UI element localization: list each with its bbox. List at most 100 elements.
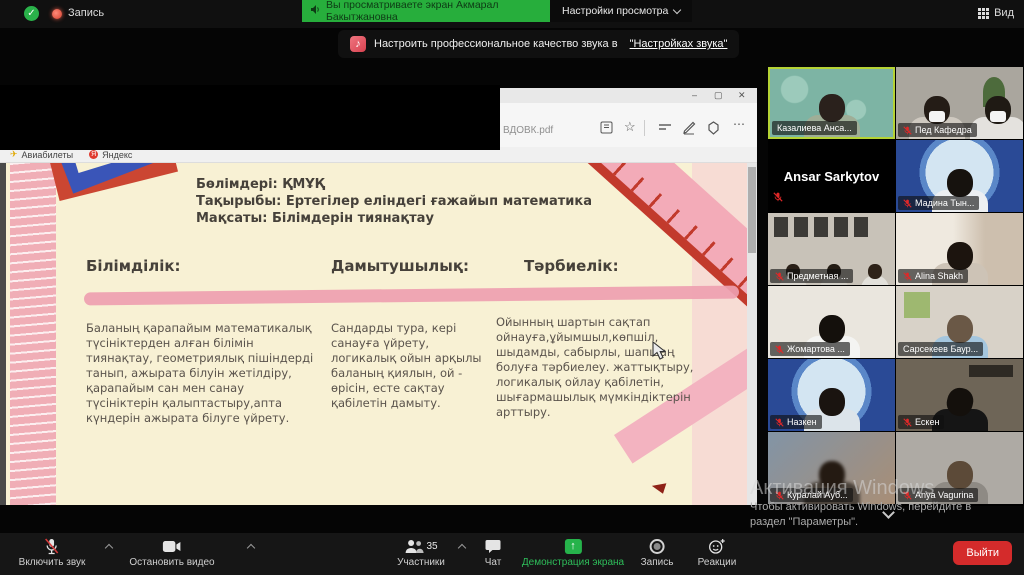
participant-tile[interactable]: Пед Кафедра bbox=[896, 67, 1023, 139]
muted-mic-icon bbox=[773, 189, 783, 207]
watermark-line: раздел "Параметры". bbox=[750, 515, 971, 530]
participant-nametag: Пед Кафедра bbox=[898, 123, 977, 137]
stop-video-button[interactable]: Остановить видео bbox=[129, 537, 214, 568]
participants-count: 35 bbox=[426, 541, 437, 552]
collections-icon[interactable] bbox=[707, 121, 720, 135]
pdf-scrollbar[interactable] bbox=[747, 163, 757, 505]
slide-header-line: Тақырыбы: Ертегілер еліндегі ғажайып мат… bbox=[196, 193, 592, 210]
wall-picture-decoration bbox=[904, 292, 930, 318]
presentation-slide: Бөлімдері: ҚМҰҚ Тақырыбы: Ертегілер елін… bbox=[6, 163, 747, 505]
participant-nametag: Сарсекеев Баур... bbox=[898, 342, 983, 356]
participant-tile[interactable]: Alina Shakh bbox=[896, 213, 1023, 285]
participants-button[interactable]: 35 Участники bbox=[397, 537, 445, 568]
gallery-scroll-down-icon[interactable] bbox=[882, 506, 895, 519]
record-button[interactable]: Запись bbox=[641, 537, 674, 568]
shared-screen-browser: – ▢ ✕ ВДОВК.pdf ☆ ⋯ ✈ Авиаби bbox=[0, 88, 757, 505]
muted-mic-icon bbox=[903, 199, 912, 208]
chevron-down-icon bbox=[673, 5, 681, 13]
participant-tile[interactable]: Anya Vagurina bbox=[896, 432, 1023, 504]
bookmark-aviabilety[interactable]: ✈ Авиабилеты bbox=[10, 149, 73, 160]
audio-quality-toast: ♪ Настроить профессиональное качество зв… bbox=[338, 30, 739, 58]
muted-mic-icon bbox=[903, 126, 912, 135]
column-body-damytushylyk: Сандарды тура, кері санауға үйрету, логи… bbox=[331, 321, 489, 411]
reading-mode-icon[interactable] bbox=[600, 121, 613, 134]
viewing-screen-banner: Вы просматриваете экран Акмарал Бакытжан… bbox=[302, 0, 550, 22]
pink-highlight-stroke bbox=[84, 286, 739, 306]
zoom-meeting-window: ✓ Запись Вы просматриваете экран Акмарал… bbox=[0, 0, 1024, 575]
mic-muted-icon bbox=[44, 537, 60, 555]
reactions-button[interactable]: Реакции bbox=[698, 537, 737, 568]
participant-nametag: Куралай Ауб... bbox=[770, 488, 853, 502]
column-title-bilimdilik: Білімділік: bbox=[86, 257, 181, 275]
favorites-star-icon[interactable]: ☆ bbox=[624, 119, 636, 135]
camera-icon bbox=[163, 537, 182, 555]
mouse-cursor bbox=[652, 341, 666, 366]
view-button[interactable]: Вид bbox=[978, 7, 1014, 19]
minimize-icon[interactable]: – bbox=[692, 90, 697, 100]
toolbar-divider bbox=[644, 120, 645, 136]
sound-settings-link[interactable]: "Настройках звука" bbox=[630, 38, 728, 50]
participant-tile[interactable]: Казалиева Анса... bbox=[768, 67, 895, 139]
column-body-bilimdilik: Баланың қарапайым математикалық түсінікт… bbox=[86, 321, 318, 426]
more-menu-icon[interactable]: ⋯ bbox=[733, 117, 745, 131]
chat-button[interactable]: Чат bbox=[485, 537, 502, 568]
slide-left-decoration bbox=[10, 163, 56, 505]
recording-label: Запись bbox=[68, 7, 104, 19]
muted-mic-icon bbox=[775, 345, 784, 354]
participants-gallery: Казалиева Анса... Пед Кафедра Ansar Sark… bbox=[768, 67, 1024, 506]
pencil-tip-decoration bbox=[651, 479, 667, 493]
participant-nametag: Жомартова ... bbox=[770, 342, 850, 356]
security-shield-icon[interactable]: ✓ bbox=[24, 6, 39, 21]
muted-mic-icon bbox=[903, 491, 912, 500]
column-title-tarbielik: Тәрбиелік: bbox=[524, 257, 619, 275]
music-note-icon: ♪ bbox=[350, 36, 366, 52]
bookmark-yandex[interactable]: Я Яндекс bbox=[89, 150, 132, 160]
muted-mic-icon bbox=[903, 418, 912, 427]
slide-header-line: Мақсаты: Білімдерін тиянақтау bbox=[196, 210, 592, 227]
edit-pen-icon[interactable] bbox=[682, 121, 696, 135]
participant-nametag: Предметная ... bbox=[770, 269, 853, 283]
toast-text: Настроить профессиональное качество звук… bbox=[374, 38, 618, 50]
participant-tile[interactable]: Жомартова ... bbox=[768, 286, 895, 358]
muted-mic-icon bbox=[775, 418, 784, 427]
participant-name-novideo: Ansar Sarkytov bbox=[768, 140, 895, 212]
participants-options-chevron[interactable] bbox=[458, 544, 466, 552]
participant-tile[interactable]: Ескен bbox=[896, 359, 1023, 431]
restore-icon[interactable]: ▢ bbox=[714, 90, 723, 101]
participant-tile[interactable]: Предметная ... bbox=[768, 213, 895, 285]
participant-tile[interactable]: Назкен bbox=[768, 359, 895, 431]
close-icon[interactable]: ✕ bbox=[738, 90, 746, 101]
participant-tile[interactable]: Сарсекеев Баур... bbox=[896, 286, 1023, 358]
yandex-icon: Я bbox=[89, 150, 98, 159]
reactions-icon bbox=[708, 537, 726, 555]
leave-meeting-button[interactable]: Выйти bbox=[953, 541, 1012, 565]
participant-tile[interactable]: Куралай Ауб... bbox=[768, 432, 895, 504]
slide-header: Бөлімдері: ҚМҰҚ Тақырыбы: Ертегілер елін… bbox=[196, 176, 592, 227]
censored-region bbox=[0, 85, 500, 150]
video-options-chevron[interactable] bbox=[247, 544, 255, 552]
participant-nametag: Anya Vagurina bbox=[898, 488, 978, 502]
view-settings-label: Настройки просмотра bbox=[562, 5, 668, 17]
unmute-button[interactable]: Включить звук bbox=[19, 537, 86, 568]
scrollbar-thumb[interactable] bbox=[748, 167, 756, 253]
chat-icon bbox=[485, 537, 502, 555]
view-settings-dropdown[interactable]: Настройки просмотра bbox=[550, 0, 692, 22]
view-label: Вид bbox=[994, 7, 1014, 19]
muted-mic-icon bbox=[775, 491, 784, 500]
share-screen-button[interactable]: ↑ Демонстрация экрана bbox=[522, 537, 624, 568]
pdf-filename: ВДОВК.pdf bbox=[503, 125, 553, 136]
participant-nametag: Alina Shakh bbox=[898, 269, 968, 283]
participant-nametag: Назкен bbox=[770, 415, 822, 429]
participant-nametag: Ескен bbox=[898, 415, 944, 429]
audio-options-chevron[interactable] bbox=[105, 544, 113, 552]
wall-frames-decoration bbox=[774, 217, 874, 237]
record-icon bbox=[650, 539, 665, 554]
participants-icon bbox=[404, 539, 424, 554]
notes-icon[interactable] bbox=[658, 121, 672, 134]
share-screen-icon: ↑ bbox=[565, 539, 582, 554]
participant-tile[interactable]: Мадина Тын... bbox=[896, 140, 1023, 212]
recording-indicator-icon bbox=[52, 9, 62, 19]
slide-header-line: Бөлімдері: ҚМҰҚ bbox=[196, 176, 592, 193]
participant-nametag: Мадина Тын... bbox=[898, 196, 979, 210]
participant-tile[interactable]: Ansar Sarkytov bbox=[768, 140, 895, 212]
